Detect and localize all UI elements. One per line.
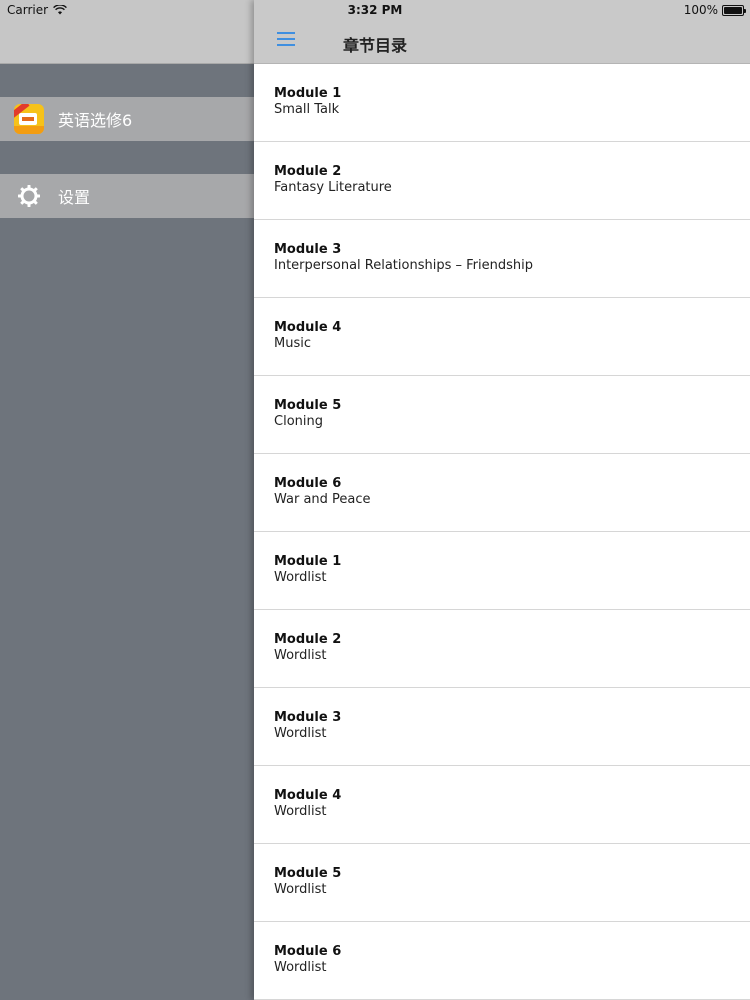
chapter-subtitle: Cloning: [274, 414, 323, 429]
chapter-title: Module 1: [274, 86, 342, 101]
battery-icon: [722, 4, 746, 16]
chapter-title: Module 4: [274, 320, 342, 335]
chapter-title: Module 6: [274, 476, 342, 491]
list-item[interactable]: Module 1 Small Talk: [254, 64, 750, 142]
chapter-subtitle: Wordlist: [274, 726, 327, 741]
list-item[interactable]: Module 5 Wordlist: [254, 844, 750, 922]
list-item[interactable]: Module 5 Cloning: [254, 376, 750, 454]
chapter-title: Module 4: [274, 788, 342, 803]
chapter-subtitle: Small Talk: [274, 102, 340, 117]
list-item[interactable]: Module 1 Wordlist: [254, 532, 750, 610]
chapter-title: Module 3: [274, 242, 342, 257]
gear-icon: [14, 181, 44, 211]
status-right: 100%: [683, 3, 746, 17]
list-item[interactable]: Module 2 Fantasy Literature: [254, 142, 750, 220]
chapter-subtitle: Wordlist: [274, 570, 327, 585]
chapter-subtitle: Music: [274, 336, 311, 351]
chapter-title: Module 6: [274, 944, 342, 959]
chapter-title: Module 3: [274, 710, 342, 725]
chapter-title: Module 1: [274, 554, 342, 569]
list-item[interactable]: Module 6 War and Peace: [254, 454, 750, 532]
list-item[interactable]: Module 2 Wordlist: [254, 610, 750, 688]
page-title: 章节目录: [342, 36, 407, 55]
chapter-list: Module 1 Small Talk Module 2 Fantasy Lit…: [254, 64, 750, 1000]
chapter-subtitle: Wordlist: [274, 804, 327, 819]
chapter-title: Module 2: [274, 164, 342, 179]
chapter-title: Module 5: [274, 398, 342, 413]
sidebar-item-label: 设置: [58, 188, 91, 207]
list-item[interactable]: Module 4 Music: [254, 298, 750, 376]
status-bar: Carrier 3:32 PM 100%: [0, 0, 750, 20]
sidebar: 英语选修6 设置: [0, 0, 254, 1000]
status-time: 3:32 PM: [347, 3, 403, 17]
chapter-subtitle: Wordlist: [274, 648, 327, 663]
chapter-subtitle: Wordlist: [274, 960, 327, 975]
book-app-icon: [14, 104, 44, 134]
chapter-subtitle: War and Peace: [274, 492, 371, 507]
battery-percent: 100%: [683, 3, 718, 17]
list-item[interactable]: Module 6 Wordlist: [254, 922, 750, 1000]
chapter-panel: 章节目录 Module 1 Small Talk Module 2 Fantas…: [254, 0, 750, 1000]
sidebar-item-settings[interactable]: 设置: [0, 174, 254, 218]
chapter-subtitle: Interpersonal Relationships – Friendship: [274, 258, 533, 273]
chapter-subtitle: Fantasy Literature: [274, 180, 392, 195]
chapter-subtitle: Wordlist: [274, 882, 327, 897]
chapter-title: Module 5: [274, 866, 342, 881]
sidebar-item-english-elective[interactable]: 英语选修6: [0, 97, 254, 141]
sidebar-item-label: 英语选修6: [58, 111, 133, 130]
list-item[interactable]: Module 3 Interpersonal Relationships – F…: [254, 220, 750, 298]
list-item[interactable]: Module 4 Wordlist: [254, 766, 750, 844]
list-item[interactable]: Module 3 Wordlist: [254, 688, 750, 766]
chapter-title: Module 2: [274, 632, 342, 647]
